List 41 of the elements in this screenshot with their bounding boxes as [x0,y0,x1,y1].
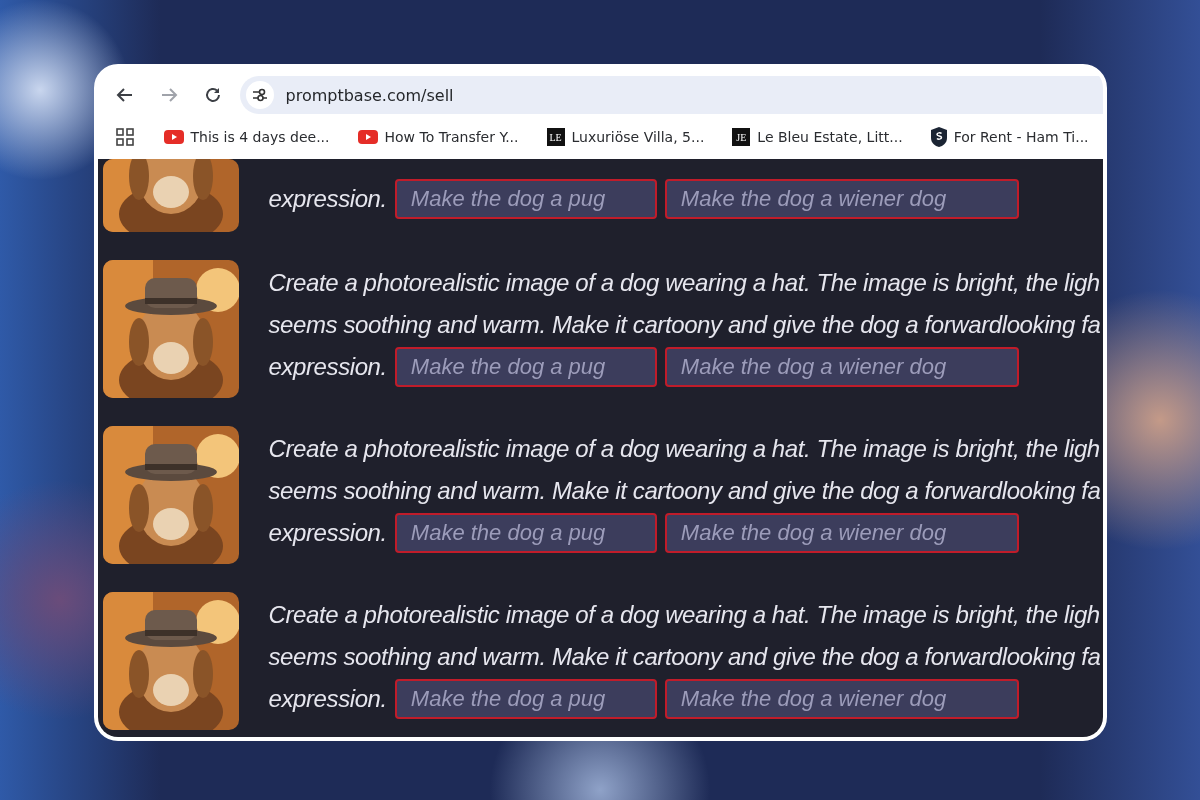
prompt-text: expression. [268,185,387,213]
prompt-text: Create a photorealistic image of a dog wearing a hat. The image is bright, the ligh [268,600,1101,630]
bookmark-title: Le Bleu Estate, Litt... [757,129,903,145]
site-settings-button[interactable] [245,81,274,109]
prompt-text: expression. [268,353,387,381]
prompt-text: seems soothing and warm. Make it cartoony and give the dog a forwardlooking fa [268,642,1101,672]
prompt-text: Create a photorealistic image of a dog wearing a hat. The image is bright, the ligh [268,434,1101,464]
bookmark-link[interactable]: This is 4 days dee... [163,129,330,145]
monogram-logo: LE [546,128,565,146]
apps-grid-icon[interactable] [115,125,134,149]
url-text: promptbase.com/sell [285,85,454,105]
back-arrow-icon [115,86,134,104]
bookmark-link[interactable]: JE Le Bleu Estate, Litt... [732,128,903,146]
video-play-icon [163,130,184,144]
prompt-text: expression. [268,685,387,713]
bookmark-title: How To Transfer Y... [384,129,519,145]
video-play-icon [357,130,378,144]
prompt-text: seems soothing and warm. Make it cartoony and give the dog a forwardlooking fa [268,310,1101,340]
forward-arrow-icon [159,86,178,104]
bookmark-link[interactable]: For Rent - Ham Ti... [930,127,1089,147]
bookmark-link[interactable]: How To Transfer Y... [357,129,519,145]
prompt-text: Create a photorealistic image of a dog wearing a hat. The image is bright, the ligh [268,268,1101,298]
bookmark-title: Luxuriöse Villa, 5... [571,129,705,145]
sliders-icon [251,88,268,102]
prompt-text: seems soothing and warm. Make it cartoony and give the dog a forwardlooking fa [268,476,1101,506]
variation-input-field[interactable]: Make the dog a wiener dog [664,179,1019,219]
variation-input-field[interactable]: Make the dog a pug [394,513,657,553]
address-bar[interactable]: promptbase.com/sell [239,76,1103,114]
bookmark-title: This is 4 days dee... [190,129,330,145]
variation-input-field[interactable]: Make the dog a pug [394,347,657,387]
emblem-logo-icon [930,127,947,147]
variation-input-field[interactable]: Make the dog a pug [394,679,657,719]
variation-input-field[interactable]: Make the dog a wiener dog [664,513,1019,553]
variation-input-field[interactable]: Make the dog a wiener dog [664,347,1019,387]
bookmark-link[interactable]: LE Luxuriöse Villa, 5... [546,128,705,146]
monogram-logo: JE [732,128,751,146]
variation-input-field[interactable]: Make the dog a wiener dog [664,679,1019,719]
bookmark-title: For Rent - Ham Ti... [953,129,1089,145]
reload-icon [203,86,222,104]
prompt-text: expression. [268,519,387,547]
variation-input-field[interactable]: Make the dog a pug [394,179,657,219]
